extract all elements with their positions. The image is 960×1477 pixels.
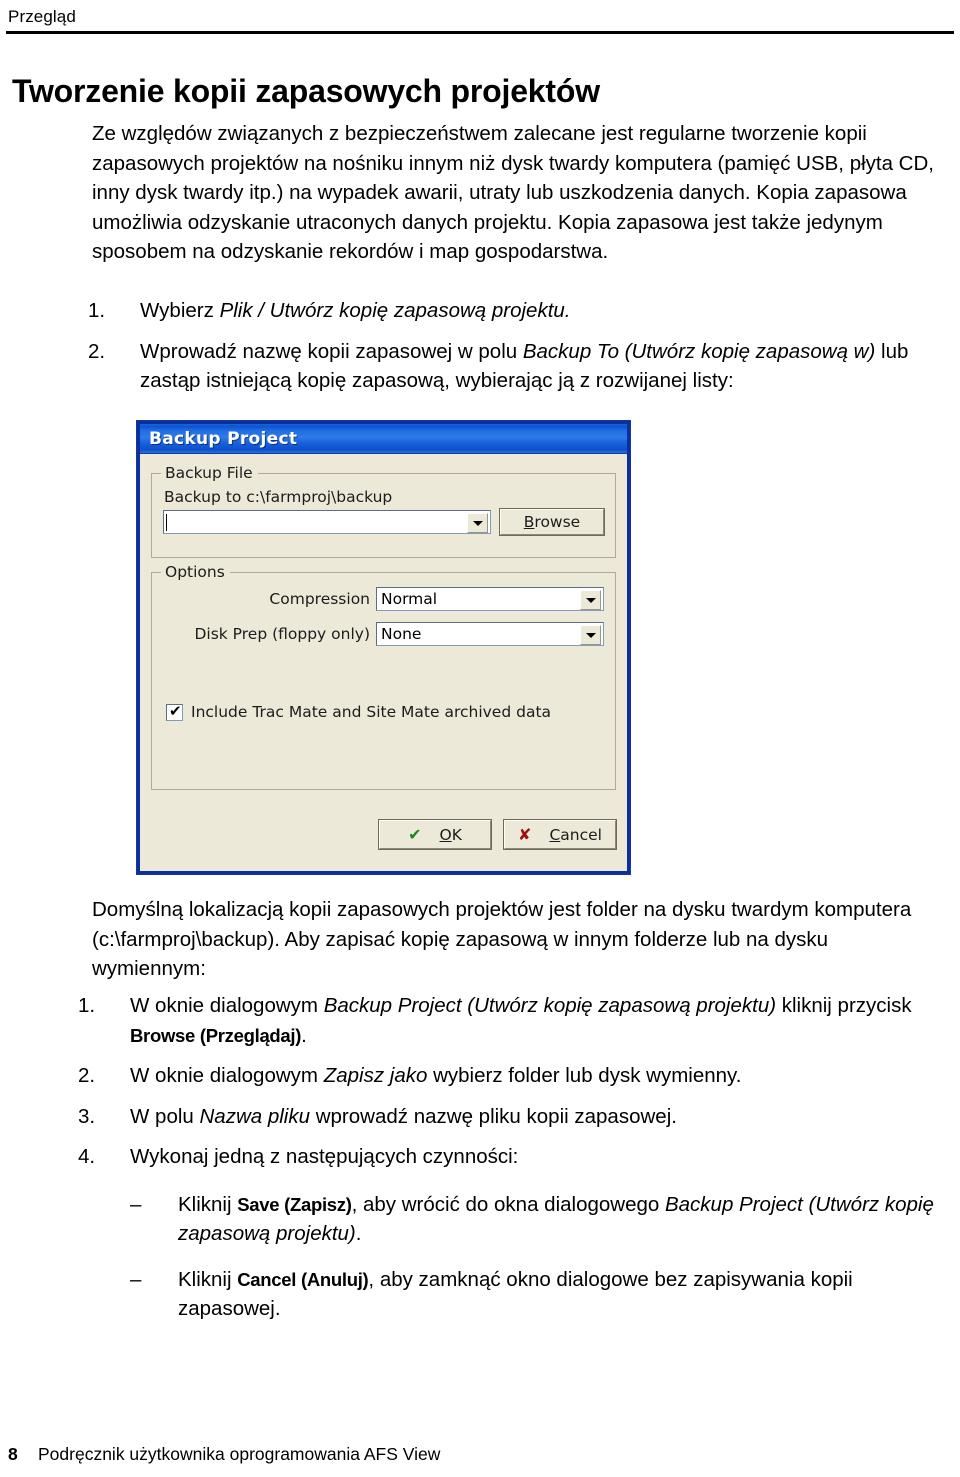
list-marker: 4. xyxy=(78,1145,96,1168)
include-archived-data-checkbox[interactable]: ✔ xyxy=(166,701,183,721)
ok-button-label: OK xyxy=(439,825,462,844)
text-run: Kliknij xyxy=(178,1267,238,1291)
running-header: Przegląd xyxy=(0,0,960,34)
cancel-button-label: Cancel xyxy=(549,825,602,844)
include-archived-data-row[interactable]: ✔ Include Trac Mate and Site Mate archiv… xyxy=(166,701,604,721)
text-run: Nazwa pliku xyxy=(199,1104,311,1128)
check-icon: ✔ xyxy=(408,824,422,844)
compression-row: Compression Normal xyxy=(163,587,604,611)
list-item-text: W oknie dialogowym Backup Project (Utwór… xyxy=(130,994,912,1047)
backup-file-content: Backup to c:\farmproj\backup Browse xyxy=(152,474,615,536)
dialog-titlebar: Backup Project xyxy=(140,424,627,454)
text-run: Save (Zapisz) xyxy=(237,1193,352,1215)
browse-accesskey: B xyxy=(523,513,535,531)
text-caret xyxy=(166,514,167,531)
footer-document-title: Podręcznik użytkownika oprogramowania AF… xyxy=(38,1444,441,1464)
text-run: Plik / Utwórz kopię zapasową projektu. xyxy=(219,299,571,322)
compression-value: Normal xyxy=(381,590,438,608)
steps-list-upper: 1. Wybierz Plik / Utwórz kopię zapasową p… xyxy=(88,296,940,407)
text-run: W oknie dialogowym xyxy=(130,1064,324,1087)
list-item: 4. Wykonaj jedną z następujących czynnośc… xyxy=(78,1142,944,1172)
list-marker: 2. xyxy=(78,1064,96,1087)
list-marker: 2. xyxy=(88,339,106,363)
text-run: W polu xyxy=(130,1104,200,1128)
text-run: Cancel (Anuluj) xyxy=(237,1268,369,1290)
x-icon: ✘ xyxy=(518,824,532,844)
list-item-text: Wykonaj jedną z następujących czynności: xyxy=(130,1145,518,1168)
list-item-text: W polu Nazwa pliku wprowadź nazwę pliku … xyxy=(130,1105,677,1128)
text-run: Wprowadź nazwę kopii zapasowej w polu xyxy=(140,339,523,363)
compression-label: Compression xyxy=(269,590,370,608)
dialog-window: Backup Project Backup File Backup to c:\… xyxy=(140,424,627,871)
chevron-down-icon[interactable] xyxy=(467,513,488,533)
running-head-text: Przegląd xyxy=(8,7,76,26)
text-run: Backup To (Utwórz kopię zapasową w) xyxy=(522,339,876,363)
text-run: Kliknij xyxy=(178,1192,238,1216)
list-item: 1. W oknie dialogowym Backup Project (Utw… xyxy=(78,991,944,1050)
dialog-button-row: ✔ OK ✘ Cancel xyxy=(366,819,617,850)
include-archived-data-label: Include Trac Mate and Site Mate archived… xyxy=(191,703,552,721)
sub-list-item-text: Kliknij Save (Zapisz), aby wrócić do okn… xyxy=(178,1193,934,1246)
backup-file-legend: Backup File xyxy=(161,464,258,482)
page-title: Tworzenie kopii zapasowych projektów xyxy=(12,73,600,109)
chevron-down-icon[interactable] xyxy=(580,590,601,610)
dialog-title: Backup Project xyxy=(149,428,298,449)
backup-file-groupbox: Backup File Backup to c:\farmproj\backup… xyxy=(151,464,616,558)
disk-prep-label: Disk Prep (floppy only) xyxy=(194,625,370,643)
disk-prep-value: None xyxy=(381,625,422,643)
list-item: 3. W polu Nazwa pliku wprowadź nazwę plik… xyxy=(78,1102,944,1132)
list-item-text: W oknie dialogowym Zapisz jako wybierz f… xyxy=(130,1064,741,1087)
list-marker: 1. xyxy=(78,994,96,1017)
text-run: W oknie dialogowym xyxy=(130,994,324,1017)
text-run: wybierz folder lub dysk wymienny. xyxy=(427,1064,742,1087)
backup-to-combobox[interactable] xyxy=(163,510,491,534)
sub-list-item-text: Kliknij Cancel (Anuluj), aby zamknąć okn… xyxy=(178,1268,853,1321)
list-marker: 3. xyxy=(78,1104,96,1128)
backup-project-dialog-screenshot: Backup Project Backup File Backup to c:\… xyxy=(136,420,631,875)
text-run: Wybierz xyxy=(140,299,220,322)
backup-path-row: Browse xyxy=(163,508,605,536)
chevron-down-icon[interactable] xyxy=(580,625,601,645)
header-rule xyxy=(6,31,954,34)
list-item-text: Wybierz Plik / Utwórz kopię zapasową pro… xyxy=(140,299,571,322)
backup-path-label: Backup to c:\farmproj\backup xyxy=(164,488,393,506)
sub-list-item: – Kliknij Save (Zapisz), aby wrócić do ok… xyxy=(126,1190,938,1249)
default-location-paragraph: Domyślną lokalizacją kopii zapasowych pr… xyxy=(92,898,912,980)
dash-bullet: – xyxy=(130,1192,142,1216)
text-run: wprowadź nazwę pliku kopii zapasowej. xyxy=(310,1104,677,1128)
browse-button-label: Browse xyxy=(524,513,580,531)
intro-paragraph: Ze względów związanych z bezpieczeństwem… xyxy=(92,122,934,263)
text-run: Browse (Przeglądaj) xyxy=(130,1024,302,1046)
disk-prep-row: Disk Prep (floppy only) None xyxy=(163,622,604,646)
page-footer: 8 Podręcznik użytkownika oprogramowania A… xyxy=(0,1443,960,1465)
checkmark-icon: ✔ xyxy=(169,701,182,720)
disk-prep-combobox[interactable]: None xyxy=(376,622,604,646)
text-run: . xyxy=(301,1023,307,1047)
text-run: Zapisz jako xyxy=(323,1064,428,1087)
list-item-text: Wprowadź nazwę kopii zapasowej w polu Ba… xyxy=(140,340,908,393)
text-run: , aby wrócić do okna dialogowego xyxy=(351,1192,665,1216)
ok-button[interactable]: ✔ OK xyxy=(378,819,492,850)
text-run: . xyxy=(355,1222,362,1245)
text-run: Wykonaj jedną z następujących czynności: xyxy=(130,1145,519,1168)
list-item: 2. Wprowadź nazwę kopii zapasowej w polu … xyxy=(88,337,940,396)
options-legend: Options xyxy=(161,563,230,581)
text-run: kliknij przycisk xyxy=(776,994,912,1017)
list-item: 2. W oknie dialogowym Zapisz jako wybierz… xyxy=(78,1061,944,1091)
dialog-body: Backup File Backup to c:\farmproj\backup… xyxy=(140,455,627,871)
browse-button[interactable]: Browse xyxy=(499,508,605,536)
list-item: 1. Wybierz Plik / Utwórz kopię zapasową p… xyxy=(88,296,940,326)
text-run: Backup Project (Utwórz kopię zapasową pr… xyxy=(323,994,777,1017)
options-content: Compression Normal Disk Prep (floppy onl… xyxy=(152,573,615,721)
options-groupbox: Options Compression Normal Disk Prep (fl… xyxy=(151,563,616,790)
dash-bullet: – xyxy=(130,1267,142,1291)
sub-list: – Kliknij Save (Zapisz), aby wrócić do ok… xyxy=(126,1190,938,1324)
sub-list-item: – Kliknij Cancel (Anuluj), aby zamknąć ok… xyxy=(126,1265,938,1324)
cancel-button[interactable]: ✘ Cancel xyxy=(503,819,617,850)
page-number: 8 xyxy=(8,1444,18,1464)
browse-label-rest: rowse xyxy=(534,513,581,531)
compression-combobox[interactable]: Normal xyxy=(376,587,604,611)
steps-list-lower: 1. W oknie dialogowym Backup Project (Utw… xyxy=(78,991,944,1340)
list-marker: 1. xyxy=(88,299,106,322)
